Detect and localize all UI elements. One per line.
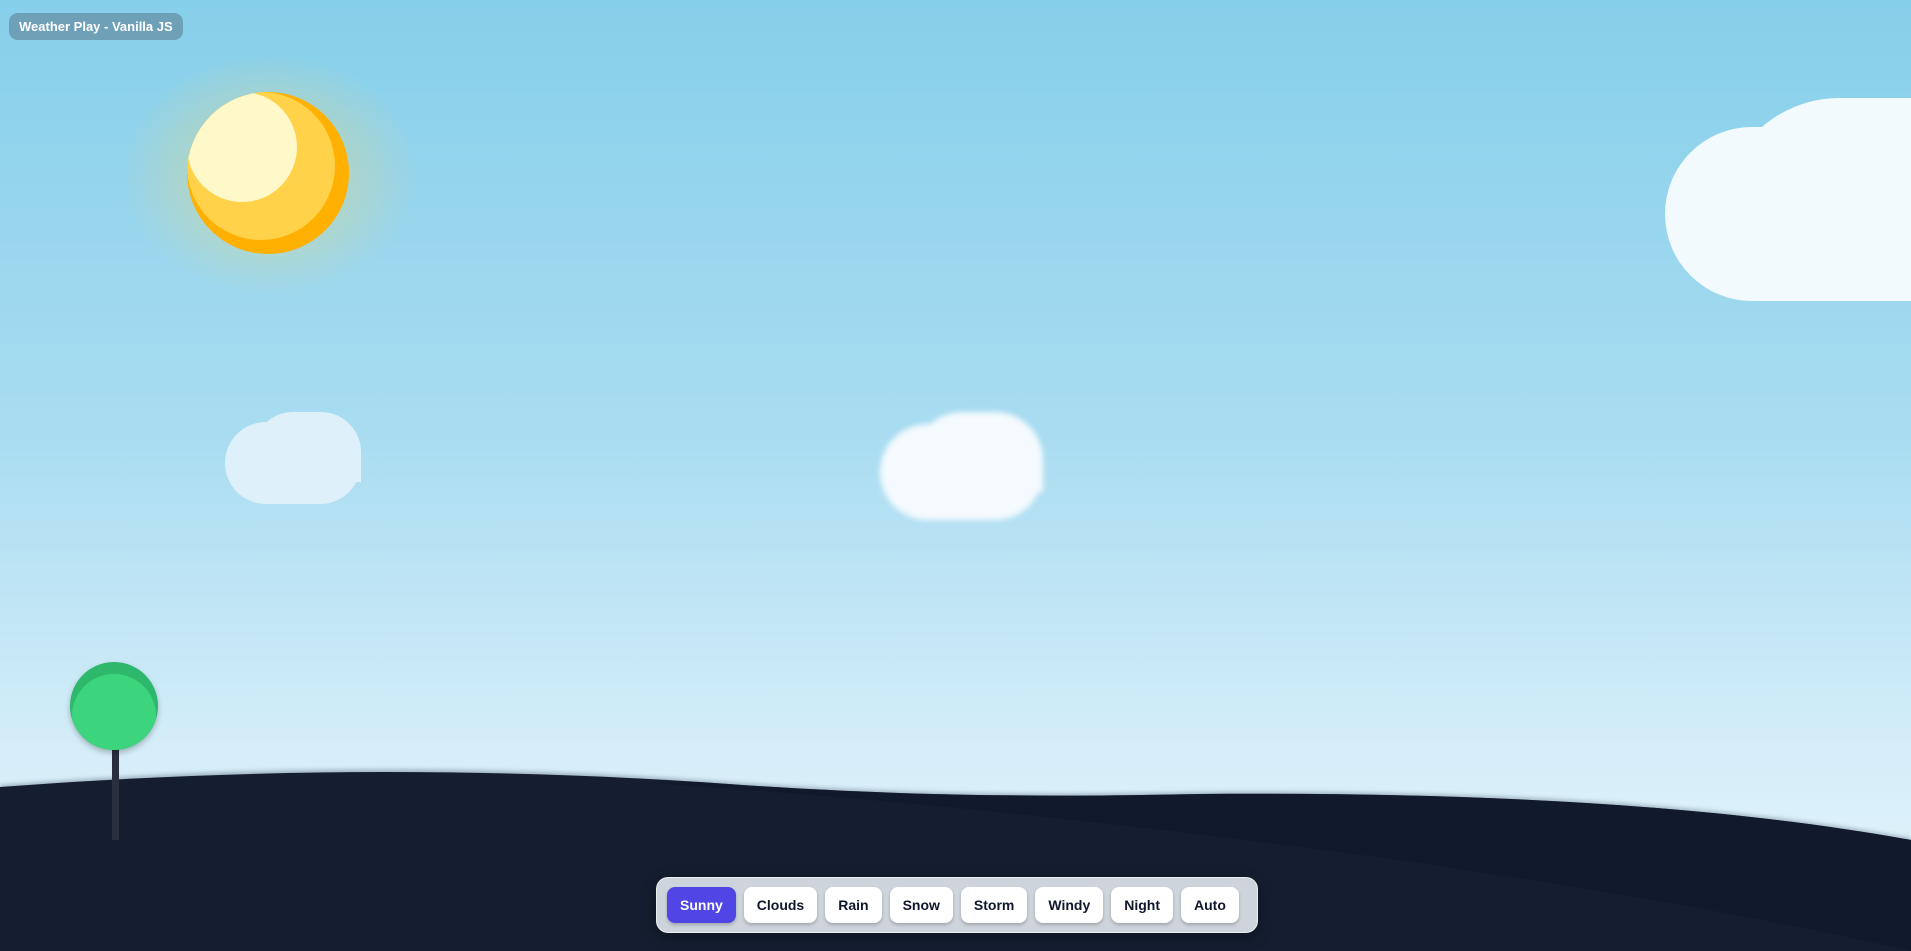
storm-button[interactable]: Storm	[960, 887, 1028, 923]
auto-button[interactable]: Auto	[1181, 887, 1239, 923]
weather-scene: Weather Play - Vanilla JS Sunny Clouds R…	[0, 0, 1911, 951]
windy-button[interactable]: Windy	[1035, 887, 1104, 923]
clouds-button[interactable]: Clouds	[743, 887, 818, 923]
rain-button[interactable]: Rain	[825, 887, 882, 923]
ground-hill	[0, 769, 1911, 951]
weather-toolbar: Sunny Clouds Rain Snow Storm Windy Night…	[656, 877, 1258, 933]
tree-icon	[70, 662, 158, 750]
night-button[interactable]: Night	[1111, 887, 1174, 923]
sunny-button[interactable]: Sunny	[667, 887, 736, 923]
tree-crown-highlight	[72, 674, 156, 750]
tree-trunk	[112, 740, 119, 840]
snow-button[interactable]: Snow	[889, 887, 953, 923]
